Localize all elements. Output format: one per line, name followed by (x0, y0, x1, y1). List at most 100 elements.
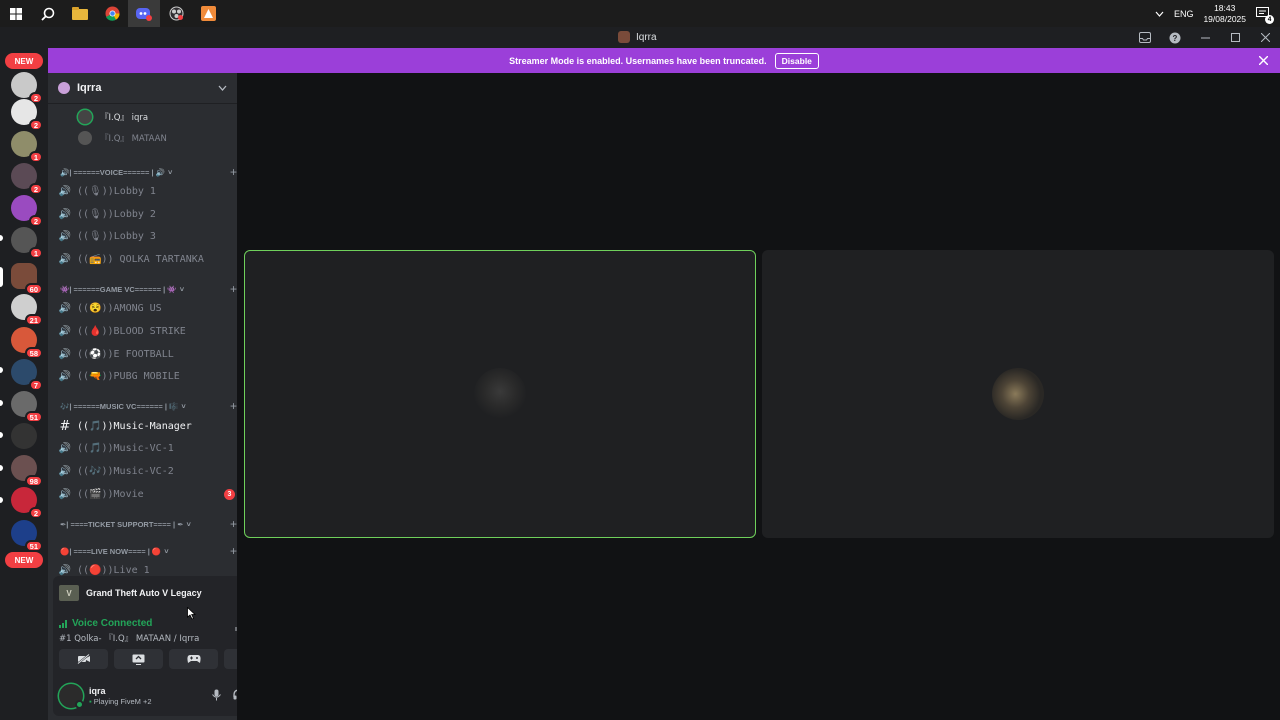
voice-channel[interactable]: 🔊 ((🎙))Lobby 2 (58, 204, 237, 224)
server-mini-icon (618, 31, 630, 43)
channel-sidebar: Iqrra 『I.Q』 iqra 『I.Q』 MATAAN 🔊| ======V… (48, 73, 279, 720)
category-game[interactable]: 👾| ======GAME VC====== | 👾 ˅ + (60, 279, 237, 299)
voice-channel-detail[interactable]: #1 Qolka- 『I.Q』 MATAAN / Iqrra (59, 632, 199, 644)
app-icon[interactable] (192, 0, 224, 27)
server-icon[interactable]: 21 (11, 294, 43, 326)
obs-icon[interactable] (160, 0, 192, 27)
close-icon[interactable] (1250, 27, 1280, 48)
server-icon[interactable]: 51 (11, 520, 43, 552)
tray-chevron-icon[interactable] (1155, 9, 1164, 19)
mention-badge: 58 (24, 347, 43, 359)
voice-channel[interactable]: 🔊 ((🔴))Live 1 (58, 560, 237, 576)
help-icon[interactable]: ? (1160, 27, 1190, 48)
voice-channel[interactable]: 🔊 ((🎶))Music-VC-2 (58, 461, 237, 481)
server-icon[interactable]: 98 (11, 455, 43, 487)
server-icon[interactable]: 2 (11, 163, 43, 195)
online-status-dot (75, 700, 84, 709)
mention-badge: 51 (24, 540, 43, 552)
mention-badge: 7 (28, 379, 43, 391)
mention-badge: 2 (28, 119, 43, 131)
voice-channel[interactable]: 🔊 ((🎵))Music-VC-1 (58, 438, 237, 458)
screen-share-button[interactable] (114, 649, 163, 669)
server-icon[interactable] (11, 423, 37, 449)
category-music[interactable]: 🎶| ======MUSIC VC====== | 🎼 ˅ + (60, 396, 237, 416)
camera-off-button[interactable] (59, 649, 108, 669)
username: iqra (89, 686, 106, 696)
hash-icon: # (59, 418, 71, 434)
svg-text:?: ? (1173, 34, 1178, 43)
voice-channel[interactable]: 🔊 ((🎬))Movie 3 (58, 484, 237, 504)
unread-indicator (0, 497, 3, 503)
discord-icon[interactable] (128, 0, 160, 27)
voice-member[interactable]: 『I.Q』 MATAAN (78, 128, 237, 148)
user-avatar[interactable] (59, 684, 84, 709)
speaker-icon: 🔊 (58, 325, 72, 337)
maximize-icon[interactable] (1220, 27, 1250, 48)
disable-streamer-mode-button[interactable]: Disable (774, 52, 819, 69)
clock-date: 19/08/2025 (1203, 13, 1246, 24)
language-indicator[interactable]: ENG (1174, 9, 1194, 19)
create-channel-icon[interactable]: + (230, 282, 237, 296)
text-channel-selected[interactable]: # ((🎵))Music-Manager (58, 416, 237, 436)
voice-channel[interactable]: 🔊 ((😵))AMONG US (58, 298, 237, 318)
chevron-down-icon: ˅ (179, 284, 185, 294)
chrome-icon[interactable] (96, 0, 128, 27)
participant-tile-speaking[interactable] (244, 250, 756, 538)
close-banner-icon[interactable] (1258, 54, 1269, 68)
voice-channel[interactable]: 🔊 ((🩸))BLOOD STRIKE (58, 321, 237, 341)
create-channel-icon[interactable]: + (230, 517, 237, 531)
speaker-icon: 🔊 (58, 185, 72, 197)
mouse-cursor-icon (187, 606, 197, 623)
server-icon[interactable]: 1 (11, 227, 43, 259)
unread-indicator (0, 432, 3, 438)
voice-channel[interactable]: 🔊 ((🎙))Lobby 1 (58, 181, 237, 201)
inbox-icon[interactable] (1130, 27, 1160, 48)
create-channel-icon[interactable]: + (230, 544, 237, 558)
channel-list[interactable]: 『I.Q』 iqra 『I.Q』 MATAAN 🔊| ======VOICE==… (48, 104, 237, 576)
member-name: 『I.Q』 iqra (100, 113, 149, 123)
category-live-now[interactable]: 🔴| ====LIVE NOW==== | 🔴 ˅ + (60, 541, 237, 561)
server-icon[interactable]: 2 (11, 99, 43, 131)
category-label: 🔊| ======VOICE====== | 🔊 (60, 167, 166, 177)
server-icon[interactable]: 2 (11, 72, 43, 104)
server-icon[interactable]: 2 (11, 195, 43, 227)
window-title-text: Iqrra (636, 31, 657, 43)
server-icon[interactable]: 2 (11, 487, 43, 519)
signal-icon (59, 620, 67, 628)
microphone-icon[interactable] (212, 689, 221, 704)
voice-connected-status[interactable]: Voice Connected (59, 618, 152, 629)
activities-button[interactable] (169, 649, 218, 669)
server-header[interactable]: Iqrra (48, 73, 237, 104)
search-icon[interactable] (32, 0, 64, 27)
minimize-icon[interactable] (1190, 27, 1220, 48)
channel-name: ((🩸))BLOOD STRIKE (77, 325, 186, 337)
chevron-down-icon[interactable] (218, 83, 227, 94)
speaker-icon: 🔊 (58, 208, 72, 220)
notification-center-icon[interactable]: 4 (1256, 6, 1274, 24)
category-ticket-support[interactable]: ✒| ====TICKET SUPPORT==== | ✒ ˅ + (60, 514, 237, 534)
server-icon[interactable]: 1 (11, 131, 43, 163)
server-icon[interactable]: 58 (11, 327, 43, 359)
unread-indicator (0, 367, 3, 373)
voice-member[interactable]: 『I.Q』 iqra (78, 107, 237, 127)
create-channel-icon[interactable]: + (230, 165, 237, 179)
speaker-icon: 🔊 (58, 302, 72, 314)
system-clock[interactable]: 18:43 19/08/2025 (1203, 3, 1246, 25)
voice-channel[interactable]: 🔊 ((🔫))PUBG MOBILE (58, 366, 237, 386)
voice-channel[interactable]: 🔊 ((🎙))Lobby 3 (58, 226, 237, 246)
create-channel-icon[interactable]: + (230, 399, 237, 413)
voice-channel[interactable]: 🔊 ((⚽))E FOOTBALL (58, 344, 237, 364)
gamepad-icon: ▪ (89, 697, 92, 706)
windows-start-icon[interactable] (0, 0, 32, 27)
server-icon[interactable]: 7 (11, 359, 43, 391)
speaker-icon: 🔊 (58, 253, 72, 265)
file-explorer-icon[interactable] (64, 0, 96, 27)
voice-channel[interactable]: 🔊 ((📻)) QOLKA TARTANKA (58, 249, 237, 269)
mention-badge: 2 (28, 183, 43, 195)
server-icon[interactable]: 51 (11, 391, 43, 423)
new-unreads-pill-bottom[interactable]: NEW (5, 552, 43, 568)
new-unreads-pill-top[interactable]: NEW (5, 53, 43, 69)
category-voice[interactable]: 🔊| ======VOICE====== | 🔊 ˅ + (60, 162, 237, 182)
participant-tile[interactable] (762, 250, 1274, 538)
server-icon-selected[interactable]: 60 (11, 263, 43, 295)
